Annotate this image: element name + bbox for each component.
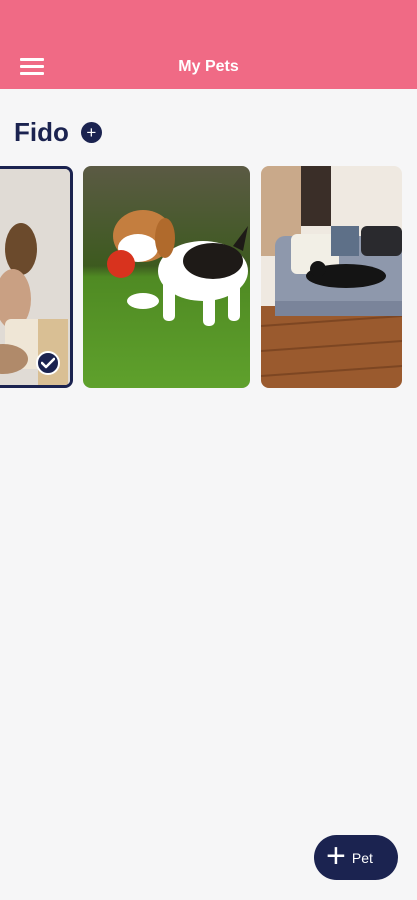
beagle-puppy-photo bbox=[83, 166, 250, 388]
photo-card-couch[interactable] bbox=[261, 166, 402, 388]
dog-on-couch-photo bbox=[261, 166, 402, 388]
photo-carousel[interactable] bbox=[0, 166, 417, 388]
photo-card-beagle[interactable] bbox=[83, 166, 250, 388]
add-photo-button[interactable]: + bbox=[80, 121, 102, 143]
photo-card-selected[interactable] bbox=[0, 166, 73, 388]
person-with-dog-photo bbox=[0, 169, 70, 385]
page-title: My Pets bbox=[178, 58, 239, 75]
add-pet-label: Pet bbox=[351, 849, 373, 866]
plus-circle-icon: + bbox=[86, 122, 97, 142]
add-pet-button[interactable]: + Pet bbox=[314, 835, 398, 880]
pet-header: Fido + bbox=[14, 117, 102, 147]
selected-check-icon bbox=[36, 351, 60, 375]
pet-name: Fido bbox=[14, 116, 69, 147]
plus-icon: + bbox=[326, 837, 346, 875]
app-bar: My Pets bbox=[0, 0, 417, 89]
